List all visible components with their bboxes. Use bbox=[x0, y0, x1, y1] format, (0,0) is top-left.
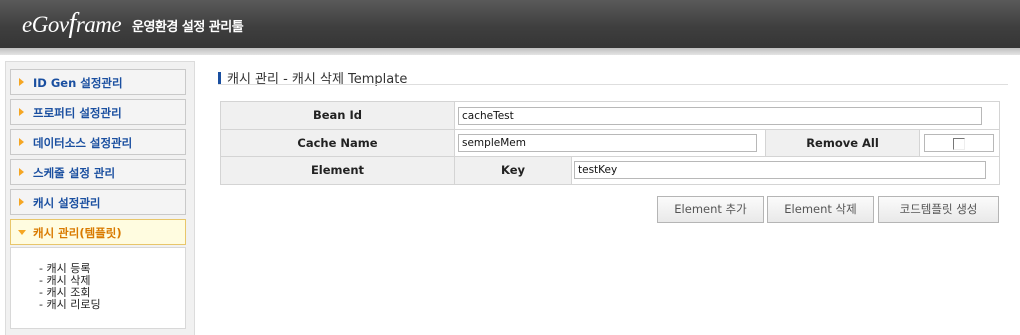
element-label: Element bbox=[221, 157, 455, 184]
arrow-right-icon bbox=[19, 78, 24, 86]
sidebar: ID Gen 설정관리 프로퍼티 설정관리 데이터소스 설정관리 스케줄 설정 … bbox=[5, 61, 195, 335]
bean-id-label: Bean Id bbox=[221, 102, 455, 130]
cache-name-input[interactable]: sempleMem bbox=[458, 134, 757, 152]
bean-id-input[interactable]: cacheTest bbox=[458, 107, 982, 125]
header-divider bbox=[0, 48, 1020, 55]
remove-all-box bbox=[924, 134, 994, 152]
logo-text-suffix: rame bbox=[75, 12, 122, 37]
sidebar-item-property[interactable]: 프로퍼티 설정관리 bbox=[10, 99, 186, 125]
delete-element-button[interactable]: Element 삭제 bbox=[767, 196, 874, 223]
arrow-right-icon bbox=[19, 168, 24, 176]
cache-name-label: Cache Name bbox=[221, 130, 455, 157]
sidebar-item-datasource[interactable]: 데이터소스 설정관리 bbox=[10, 129, 186, 155]
logo-text-prefix: eGov bbox=[22, 12, 69, 37]
cache-name-cell: sempleMem bbox=[455, 130, 766, 157]
generate-code-template-button[interactable]: 코드템플릿 생성 bbox=[878, 196, 999, 223]
key-cell: testKey bbox=[572, 157, 999, 184]
sidebar-item-label: ID Gen 설정관리 bbox=[33, 76, 123, 90]
key-input[interactable]: testKey bbox=[574, 161, 986, 179]
add-element-button[interactable]: Element 추가 bbox=[657, 196, 764, 223]
egovframe-logo[interactable]: eGovframe bbox=[22, 8, 122, 40]
title-bar-marker bbox=[218, 72, 221, 84]
cache-template-submenu: - 캐시 등록 - 캐시 삭제 - 캐시 조회 - 캐시 리로딩 bbox=[10, 247, 186, 329]
sidebar-item-schedule[interactable]: 스케줄 설정 관리 bbox=[10, 159, 186, 185]
app-title: 운영환경 설정 관리툴 bbox=[132, 20, 244, 35]
logo-text-f: f bbox=[68, 8, 77, 39]
remove-all-label: Remove All bbox=[766, 130, 920, 157]
title-divider bbox=[218, 84, 1008, 85]
sidebar-item-cache-setting[interactable]: 캐시 설정관리 bbox=[10, 189, 186, 215]
submenu-item-cache-reload[interactable]: - 캐시 리로딩 bbox=[39, 296, 101, 312]
sidebar-item-id-gen[interactable]: ID Gen 설정관리 bbox=[10, 69, 186, 95]
bean-id-cell: cacheTest bbox=[455, 102, 999, 130]
sidebar-item-label: 스케줄 설정 관리 bbox=[33, 166, 116, 180]
arrow-down-icon bbox=[18, 230, 26, 235]
sidebar-item-label: 캐시 관리(템플릿) bbox=[33, 226, 122, 240]
key-label: Key bbox=[455, 157, 572, 184]
arrow-right-icon bbox=[19, 138, 24, 146]
sidebar-item-cache-template[interactable]: 캐시 관리(템플릿) bbox=[10, 219, 186, 245]
sidebar-item-label: 데이터소스 설정관리 bbox=[33, 136, 133, 150]
arrow-right-icon bbox=[19, 108, 24, 116]
app-header: eGovframe 운영환경 설정 관리툴 bbox=[0, 0, 1020, 48]
arrow-right-icon bbox=[19, 198, 24, 206]
remove-all-checkbox[interactable] bbox=[953, 138, 965, 150]
cache-delete-form: Bean Id cacheTest Cache Name sempleMem R… bbox=[220, 101, 1000, 185]
remove-all-cell bbox=[920, 130, 999, 157]
sidebar-item-label: 프로퍼티 설정관리 bbox=[33, 106, 122, 120]
sidebar-item-label: 캐시 설정관리 bbox=[33, 196, 101, 210]
